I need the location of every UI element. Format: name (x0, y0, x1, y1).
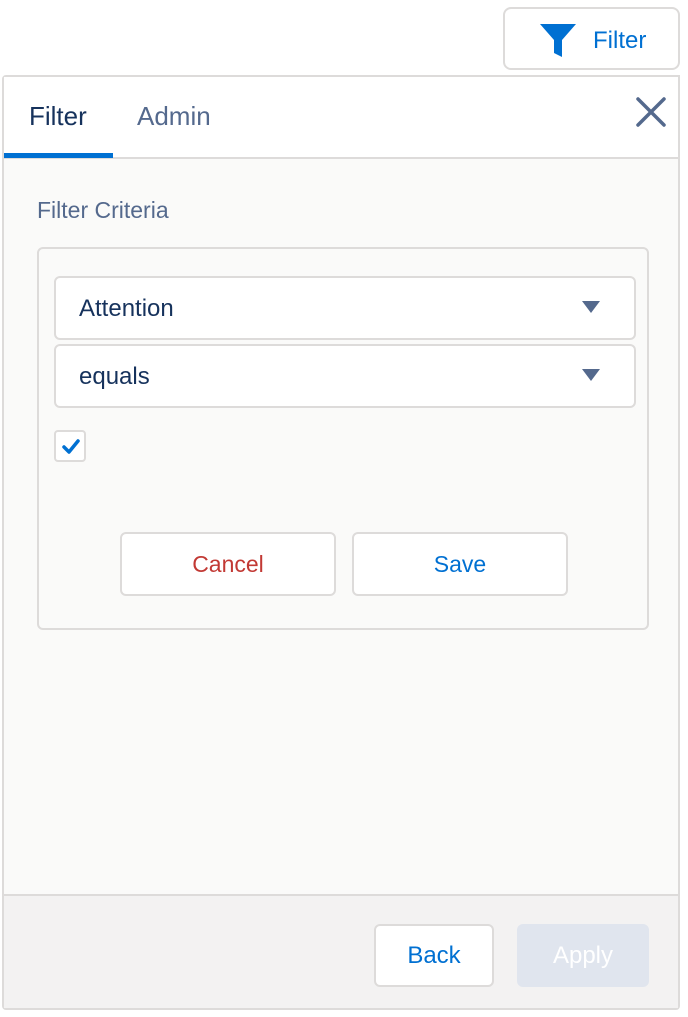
save-button[interactable]: Save (352, 532, 568, 596)
operator-select[interactable]: equals (54, 344, 636, 408)
tab-filter[interactable]: Filter (29, 101, 87, 132)
apply-button[interactable]: Apply (517, 924, 649, 987)
operator-select-value: equals (79, 363, 150, 390)
field-select[interactable]: Attention (54, 276, 636, 340)
cancel-button[interactable]: Cancel (120, 532, 336, 596)
back-button[interactable]: Back (374, 924, 494, 987)
close-icon[interactable] (634, 95, 668, 129)
filter-criteria-heading: Filter Criteria (37, 197, 169, 223)
filter-toggle-button[interactable]: Filter (503, 7, 680, 70)
filter-toggle-label: Filter (593, 27, 647, 54)
value-checkbox[interactable] (54, 430, 86, 462)
checkmark-icon (62, 439, 80, 454)
chevron-down-icon (582, 369, 600, 381)
panel-footer: Back Apply (4, 894, 678, 1008)
chevron-down-icon (582, 301, 600, 313)
panel-header: Filter Admin (4, 77, 678, 159)
filter-panel: Filter Admin Filter Criteria Attention e… (2, 75, 680, 1010)
active-tab-indicator (4, 153, 113, 158)
criteria-editor: Attention equals Cancel Save (37, 247, 649, 630)
field-select-value: Attention (79, 295, 174, 322)
tab-admin[interactable]: Admin (137, 101, 211, 132)
filter-funnel-icon (540, 24, 576, 57)
